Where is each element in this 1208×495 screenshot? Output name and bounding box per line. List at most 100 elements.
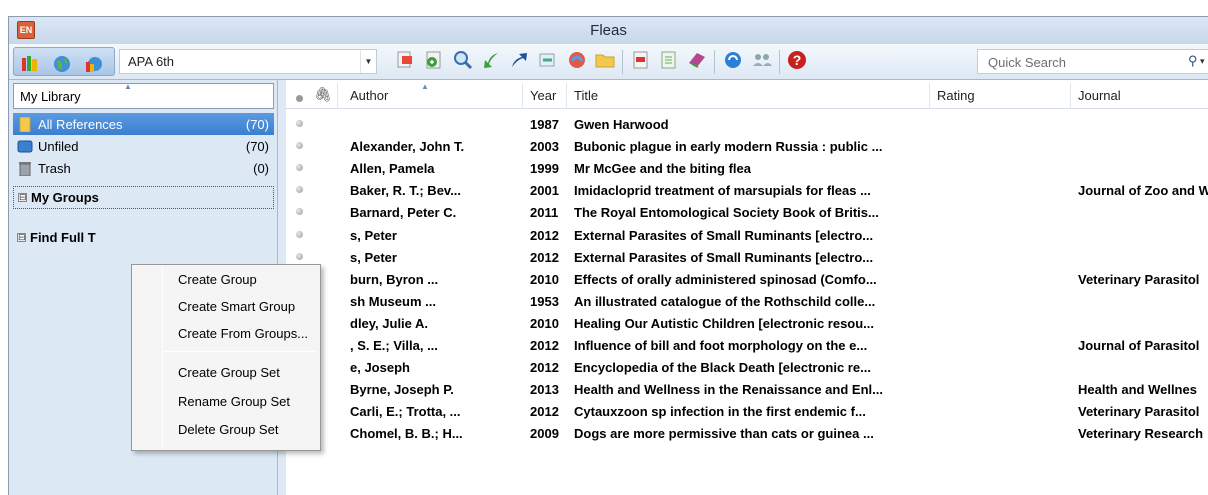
word-icon[interactable] [685, 48, 709, 72]
go-forward-icon[interactable] [507, 48, 531, 72]
table-row[interactable]: , S. E.; Villa, ... 2012 Influence of bill… [286, 334, 1208, 356]
cell-author: sh Museum ... [350, 293, 436, 309]
trash-icon [19, 161, 31, 176]
cell-title: Imidacloprid treatment of marsupials for… [574, 183, 871, 199]
cell-author: Alexander, John T. [350, 139, 465, 155]
sidebar-item-all-references[interactable]: All References (70) [13, 113, 274, 135]
read-status-dot-icon[interactable] [296, 164, 303, 172]
quick-search-input[interactable]: Quick Search ⚲ ▾ [977, 49, 1208, 74]
cell-title: Dogs are more permissive than cats or gu… [574, 426, 874, 442]
sidebar-item-count: (0) [253, 160, 269, 176]
citation-style-select[interactable]: APA 6th ▼ [119, 49, 377, 74]
table-row[interactable]: Barnard, Peter C. 2011 The Royal Entomolog… [286, 201, 1208, 223]
table-row[interactable]: s, Peter 2012 External Parasites of Small … [286, 246, 1208, 268]
endnote-window: EN Fleas APA 6th ▼ ? Quick Search ⚲ ▾ My… [8, 16, 1208, 495]
menu-item-create-group-set[interactable]: Create Group Set [132, 361, 320, 385]
link-icon[interactable] [536, 48, 560, 72]
format-bibliography-icon[interactable] [422, 48, 446, 72]
read-status-dot-icon[interactable] [296, 142, 303, 150]
column-title[interactable]: Title [574, 88, 598, 103]
chevron-down-icon[interactable]: ▼ [360, 50, 376, 73]
table-row[interactable]: Carli, E.; Trotta, ... 2012 Cytauxzoon sp … [286, 400, 1208, 422]
search-icon[interactable]: ⚲ [1188, 53, 1198, 69]
go-back-icon[interactable] [479, 48, 503, 72]
table-row[interactable]: s, Peter 2012 External Parasites of Small … [286, 224, 1208, 246]
column-year[interactable]: Year [530, 88, 556, 103]
table-row[interactable]: e, Joseph 2012 Encyclopedia of the Black D… [286, 356, 1208, 378]
collapse-icon[interactable]: ⊟ [17, 233, 26, 242]
attachment-column-icon[interactable]: 🖇 [314, 86, 332, 103]
cell-journal: Journal of Zoo and W [1078, 183, 1208, 199]
sidebar-item-label: Unfiled [38, 138, 79, 154]
cell-year: 2011 [530, 205, 559, 221]
sync-icon[interactable] [721, 48, 745, 72]
insert-citation-icon[interactable] [393, 48, 417, 72]
menu-item-create-group[interactable]: Create Group [132, 268, 320, 292]
sidebar-item-unfiled[interactable]: Unfiled (70) [13, 135, 274, 157]
library-selector[interactable]: My Library ▲ [13, 82, 274, 109]
menu-item-delete-group-set[interactable]: Delete Group Set [132, 418, 320, 442]
online-library-icon[interactable] [82, 52, 106, 76]
find-references-icon[interactable] [451, 48, 475, 72]
table-row[interactable]: 1987 Gwen Harwood [286, 113, 1208, 135]
cell-author: , S. E.; Villa, ... [350, 338, 438, 353]
cell-title: External Parasites of Small Ruminants [e… [574, 227, 874, 243]
column-author[interactable]: Author [350, 88, 388, 103]
cell-author: s, Peter [350, 227, 397, 243]
reference-list-header: 🖇 Author ▲ Year Title Rating Journal [286, 82, 1208, 109]
toolbar-separator [779, 50, 780, 74]
search-options-chevron-icon[interactable]: ▾ [1200, 56, 1205, 67]
read-status-dot-icon[interactable] [296, 208, 303, 216]
sidebar-item-label: Trash [38, 160, 71, 176]
cell-year: 2009 [530, 426, 559, 442]
citation-style-value: APA 6th [128, 54, 175, 69]
menu-item-rename-group-set[interactable]: Rename Group Set [132, 390, 320, 414]
table-row[interactable]: burn, Byron ... 2010 Effects of orally adm… [286, 268, 1208, 290]
menu-item-create-from-groups[interactable]: Create From Groups... [132, 322, 320, 346]
cell-journal: Veterinary Parasitol [1078, 271, 1200, 287]
open-folder-icon[interactable] [593, 48, 617, 72]
column-divider [1070, 83, 1071, 109]
group-header-find-full-text[interactable]: ⊟ Find Full T [13, 226, 274, 249]
column-rating[interactable]: Rating [937, 88, 975, 103]
read-status-dot-icon[interactable] [296, 186, 303, 194]
sidebar-item-trash[interactable]: Trash (0) [13, 157, 274, 179]
table-row[interactable]: Byrne, Joseph P. 2013 Health and Wellness … [286, 378, 1208, 400]
library-books-icon[interactable] [18, 52, 42, 76]
library-mode-group [13, 47, 115, 76]
sort-ascending-icon: ▲ [421, 82, 429, 91]
read-status-dot-icon[interactable] [296, 252, 303, 260]
cell-author: s, Peter [350, 249, 397, 265]
group-header-my-groups[interactable]: ⊟ My Groups [13, 186, 274, 209]
table-row[interactable]: Chomel, B. B.; H... 2009 Dogs are more per… [286, 422, 1208, 444]
help-icon[interactable]: ? [785, 48, 809, 72]
title-bar: EN Fleas [9, 17, 1208, 44]
read-status-dot-icon[interactable] [296, 120, 303, 127]
cell-title: Cytauxzoon sp infection in the first end… [574, 404, 866, 420]
table-row[interactable]: Alexander, John T. 2003 Bubonic plague in … [286, 135, 1208, 157]
cell-author: Chomel, B. B.; H... [350, 426, 463, 442]
read-status-dot-icon[interactable] [296, 230, 303, 238]
table-row[interactable]: Baker, R. T.; Bev... 2001 Imidacloprid tre… [286, 179, 1208, 201]
group-context-menu: Create Group Create Smart Group Create F… [131, 264, 321, 451]
cell-year: 2003 [530, 139, 559, 155]
share-icon[interactable] [750, 48, 774, 72]
read-status-column-icon[interactable] [296, 90, 303, 105]
column-journal[interactable]: Journal [1078, 88, 1121, 103]
collapse-icon[interactable]: ⊟ [18, 193, 27, 202]
cell-journal: Veterinary Parasitol [1078, 404, 1200, 420]
table-row[interactable]: dley, Julie A. 2010 Healing Our Autistic C… [286, 312, 1208, 334]
cell-title: Health and Wellness in the Renaissance a… [574, 382, 883, 398]
edit-icon[interactable] [657, 48, 681, 72]
menu-item-create-smart-group[interactable]: Create Smart Group [132, 295, 320, 319]
pdf-icon[interactable] [629, 48, 653, 72]
table-row[interactable]: Allen, Pamela 1999 Mr McGee and the biting… [286, 157, 1208, 179]
cell-author: Carli, E.; Trotta, ... [350, 404, 461, 420]
cell-year: 2001 [530, 183, 559, 199]
cell-year: 2010 [530, 271, 559, 287]
cell-author: burn, Byron ... [350, 271, 439, 287]
globe-icon[interactable] [50, 52, 74, 76]
open-url-icon[interactable] [565, 48, 589, 72]
cell-year: 2013 [530, 382, 559, 398]
table-row[interactable]: sh Museum ... 1953 An illustrated catalogu… [286, 290, 1208, 312]
